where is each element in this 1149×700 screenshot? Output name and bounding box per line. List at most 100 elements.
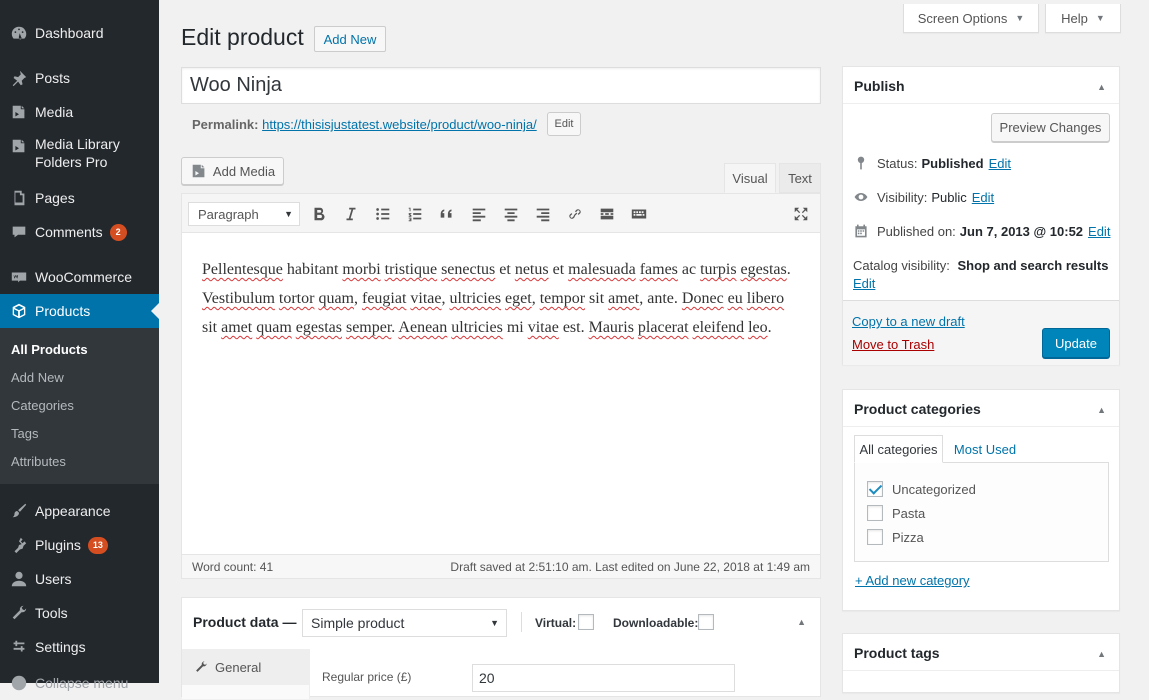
menu-media[interactable]: Media (0, 95, 159, 129)
read-more-button[interactable] (596, 203, 618, 225)
submenu-add-new[interactable]: Add New (11, 370, 64, 385)
divider (521, 612, 522, 632)
menu-media-library-folders-pro[interactable]: Media Library Folders Pro (0, 130, 159, 176)
align-left-button[interactable] (468, 203, 490, 225)
wrench-icon (10, 604, 28, 622)
align-center-button[interactable] (500, 203, 522, 225)
add-new-category-link[interactable]: + Add new category (855, 573, 970, 588)
product-data-box: Product data — Simple product ▼ Virtual:… (181, 597, 821, 699)
fullscreen-button[interactable] (790, 203, 812, 225)
menu-users[interactable]: Users (0, 562, 159, 596)
italic-button[interactable] (340, 203, 362, 225)
menu-settings-label: Settings (35, 639, 86, 655)
category-checkbox[interactable] (867, 505, 883, 521)
toolbar-toggle-button[interactable] (628, 203, 650, 225)
category-checklist: Uncategorized Pasta Pizza (854, 462, 1109, 562)
published-on-edit-link[interactable]: Edit (1088, 224, 1110, 239)
category-checkbox-checked[interactable] (867, 481, 883, 497)
tab-all-categories[interactable]: All categories (854, 435, 943, 463)
menu-dashboard[interactable]: Dashboard (0, 16, 159, 50)
menu-users-label: Users (35, 571, 72, 587)
tab-general[interactable]: General (182, 649, 310, 685)
category-item[interactable]: Pizza (867, 529, 924, 545)
editor-statusbar: Word count: 41 Draft saved at 2:51:10 am… (182, 554, 820, 578)
status-row: Status: Published Edit (853, 155, 1011, 171)
tab-most-used[interactable]: Most Used (947, 435, 1023, 463)
menu-plugins[interactable]: Plugins 13 (0, 528, 159, 562)
preview-changes-button[interactable]: Preview Changes (991, 113, 1110, 142)
regular-price-label: Regular price (£) (322, 670, 412, 684)
menu-settings[interactable]: Settings (0, 630, 159, 664)
submenu-categories[interactable]: Categories (11, 398, 74, 413)
format-select[interactable]: Paragraph ▼ (188, 202, 300, 226)
bold-button[interactable] (308, 203, 330, 225)
add-media-button[interactable]: Add Media (181, 157, 284, 185)
move-to-trash-link[interactable]: Move to Trash (852, 337, 934, 352)
collapse-arrow-icon[interactable]: ▲ (797, 617, 806, 627)
product-title-input[interactable] (181, 67, 821, 104)
product-type-select[interactable]: Simple product ▼ (302, 609, 507, 637)
menu-pages[interactable]: Pages (0, 181, 159, 215)
menu-products-label: Products (35, 303, 91, 319)
menu-posts[interactable]: Posts (0, 61, 159, 95)
downloadable-checkbox[interactable] (698, 614, 714, 630)
menu-plugins-label: Plugins (35, 537, 81, 553)
submenu-attributes[interactable]: Attributes (11, 454, 66, 469)
menu-products[interactable]: Products (0, 294, 159, 328)
collapse-arrow-icon[interactable]: ▲ (1097, 649, 1106, 659)
keyboard-icon (631, 209, 647, 219)
tab-visual[interactable]: Visual (724, 163, 776, 193)
users-icon (10, 570, 28, 588)
comment-icon (10, 223, 28, 241)
virtual-checkbox[interactable] (578, 614, 594, 630)
catalog-visibility-edit-link[interactable]: Edit (853, 276, 875, 291)
collapse-arrow-icon[interactable]: ▲ (1097, 82, 1106, 92)
category-checkbox[interactable] (867, 529, 883, 545)
insert-link-button[interactable] (564, 203, 586, 225)
category-item[interactable]: Uncategorized (867, 481, 976, 497)
blockquote-button[interactable] (436, 203, 458, 225)
add-media-label: Add Media (212, 163, 276, 179)
pages-icon (10, 189, 28, 207)
align-right-button[interactable] (532, 203, 554, 225)
bullet-list-icon (376, 208, 390, 220)
product-type-value: Simple product (311, 615, 405, 631)
word-count: Word count: 41 (192, 560, 274, 574)
catalog-visibility-value: Shop and search results (957, 258, 1109, 273)
editor-content[interactable]: Pellentesque habitant morbi tristique se… (202, 255, 802, 342)
read-more-icon (600, 208, 614, 220)
menu-tools[interactable]: Tools (0, 596, 159, 630)
numbered-list-button[interactable] (404, 203, 426, 225)
copy-to-draft-link[interactable]: Copy to a new draft (852, 314, 965, 329)
format-select-value: Paragraph (198, 206, 259, 222)
page-title: Edit product (181, 24, 304, 50)
tab-text[interactable]: Text (779, 163, 821, 193)
regular-price-input[interactable]: 20 (472, 664, 735, 692)
menu-woocommerce[interactable]: WooCommerce (0, 260, 159, 294)
add-new-button[interactable]: Add New (314, 26, 386, 52)
catalog-visibility-row: Catalog visibility: Shop and search resu… (853, 257, 1113, 293)
menu-collapse[interactable]: Collapse menu (0, 666, 159, 700)
submenu-tags[interactable]: Tags (11, 426, 38, 441)
published-on-value: Jun 7, 2013 @ 10:52 (959, 223, 1084, 239)
category-item[interactable]: Pasta (867, 505, 925, 521)
visibility-edit-link[interactable]: Edit (972, 190, 994, 205)
link-icon (569, 209, 581, 219)
status-edit-link[interactable]: Edit (989, 156, 1011, 171)
tags-title: Product tags (854, 645, 940, 661)
update-button[interactable]: Update (1042, 328, 1110, 358)
permalink-link[interactable]: https://thisisjustatest.website/product/… (262, 117, 537, 132)
virtual-label: Virtual: (535, 616, 577, 630)
bullet-list-button[interactable] (372, 203, 394, 225)
menu-appearance[interactable]: Appearance (0, 494, 159, 528)
menu-media-library-label: Media Library Folders Pro (35, 135, 120, 171)
menu-dashboard-label: Dashboard (35, 25, 104, 41)
menu-comments[interactable]: Comments 2 (0, 215, 159, 249)
editor-toolbar: Paragraph ▼ (182, 194, 820, 233)
collapse-arrow-icon[interactable]: ▲ (1097, 405, 1106, 415)
screen-options-button[interactable]: Screen Options ▼ (903, 4, 1039, 33)
submenu-all-products[interactable]: All Products (11, 342, 88, 357)
permalink-edit-button[interactable]: Edit (547, 112, 581, 136)
caret-down-icon: ▼ (1015, 13, 1025, 23)
help-button[interactable]: Help ▼ (1045, 4, 1121, 33)
